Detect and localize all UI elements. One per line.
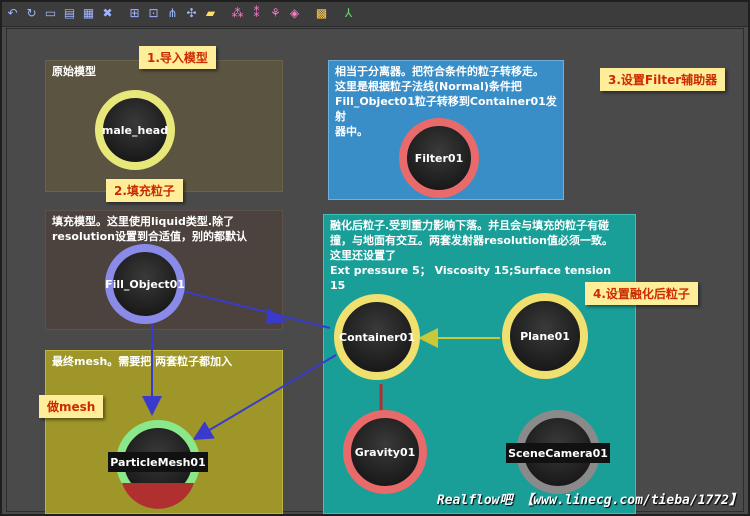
node-scene-camera-label: SceneCamera01 (508, 447, 608, 460)
link-container-mesh[interactable] (192, 354, 337, 441)
note-fill-particles[interactable]: 2.填充粒子 (106, 179, 183, 202)
node-gravity[interactable]: Gravity01 (343, 410, 427, 494)
note-filter-helper[interactable]: 3.设置Filter辅助器 (600, 68, 726, 91)
link-fill-container[interactable] (169, 287, 331, 329)
node-male-head[interactable]: male_head (95, 90, 175, 170)
note-make-mesh[interactable]: 做mesh (39, 395, 104, 418)
node-container[interactable]: Container01 (334, 294, 420, 380)
node-container-label: Container01 (339, 331, 415, 344)
node-fill-object-label: Fill_Object01 (105, 278, 185, 291)
node-particle-mesh-label: ParticleMesh01 (110, 456, 206, 469)
node-scene-camera[interactable]: SceneCamera01 (506, 410, 610, 494)
node-filter-label: Filter01 (415, 152, 464, 165)
watermark: Realflow吧 【www.linecg.com/tieba/1772】 (436, 493, 742, 508)
node-fill-object[interactable]: Fill_Object01 (105, 244, 185, 324)
node-filter[interactable]: Filter01 (399, 118, 479, 198)
node-plane[interactable]: Plane01 (502, 293, 588, 379)
note-import-model[interactable]: 1.导入模型 (139, 46, 216, 69)
node-particle-mesh[interactable]: ParticleMesh01 (108, 420, 208, 509)
note-melt-particles[interactable]: 4.设置融化后粒子 (585, 282, 698, 305)
node-male-head-label: male_head (102, 124, 168, 137)
node-gravity-label: Gravity01 (355, 446, 416, 459)
node-plane-label: Plane01 (520, 330, 570, 343)
